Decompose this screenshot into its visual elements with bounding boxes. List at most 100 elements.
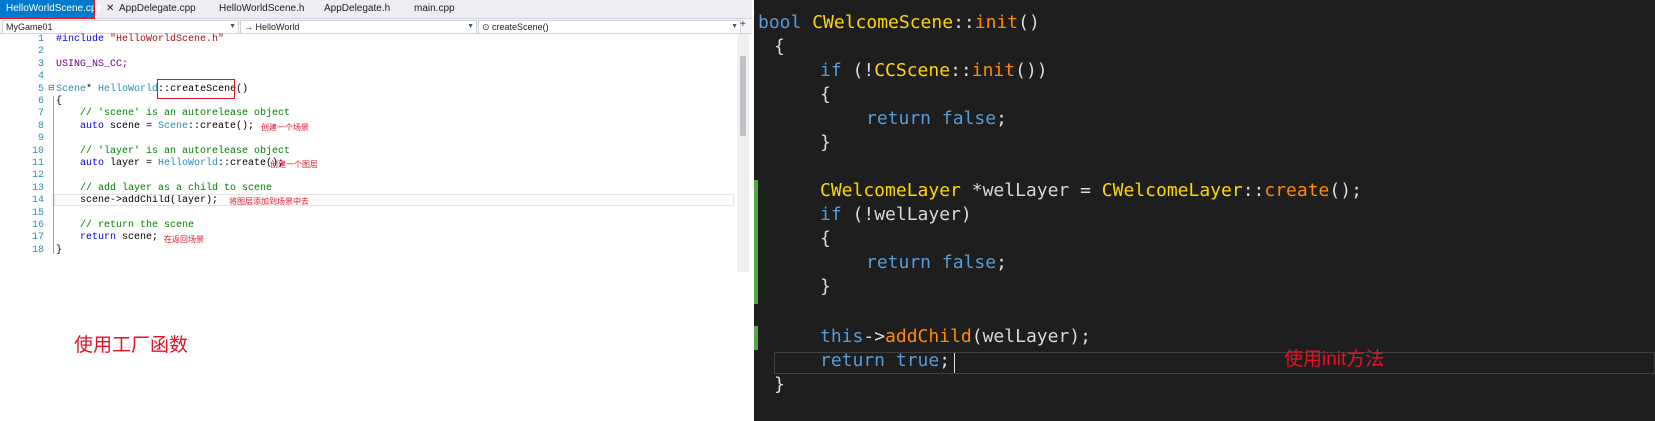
code-line: } bbox=[774, 374, 785, 395]
collapse-icon[interactable]: ⊟ bbox=[48, 83, 55, 92]
code-token: Scene bbox=[56, 83, 87, 95]
line-number: 13 bbox=[31, 182, 44, 194]
code-line: this->addChild(welLayer); bbox=[820, 326, 1091, 347]
tab-main-cpp[interactable]: main.cpp bbox=[408, 0, 461, 18]
code-token: :: bbox=[950, 60, 972, 81]
line-number: 8 bbox=[37, 120, 44, 132]
code-line-3: USING_NS_CC; bbox=[56, 58, 129, 70]
code-line: { bbox=[774, 36, 785, 57]
split-icon[interactable]: + bbox=[740, 19, 746, 30]
project-dropdown[interactable]: MyGame01 ▼ bbox=[2, 20, 239, 34]
line-number: 1 bbox=[37, 34, 44, 45]
code-line-1: #include "HelloWorldScene.h" bbox=[56, 34, 224, 45]
line-number: 4 bbox=[37, 71, 44, 83]
code-editor[interactable]: 1 2 3 4 5 6 7 8 9 10 11 12 13 14 15 16 1… bbox=[0, 34, 752, 272]
line-number: 12 bbox=[31, 170, 44, 182]
code-token: ( bbox=[971, 326, 983, 347]
code-line: return false; bbox=[866, 108, 1007, 129]
code-line: if (!CCScene::init()) bbox=[820, 60, 1048, 81]
line-number: 5 bbox=[37, 83, 44, 95]
code-line: CWelcomeLayer *welLayer = CWelcomeLayer:… bbox=[820, 180, 1362, 201]
annotation-create-layer: 创建一个图层 bbox=[270, 160, 318, 169]
current-line-highlight bbox=[54, 194, 734, 206]
line-number: 10 bbox=[31, 145, 44, 157]
line-number: 7 bbox=[37, 108, 44, 120]
line-number: 18 bbox=[31, 244, 44, 256]
document-tab-bar: HelloWorldScene.cpp ⊕ ✕ AppDelegate.cpp … bbox=[0, 0, 752, 19]
line-number: 2 bbox=[37, 46, 44, 58]
code-token: scene = bbox=[104, 120, 159, 132]
change-indicator-bar bbox=[754, 326, 758, 350]
member-dropdown[interactable]: ⊙ createScene() ▼ bbox=[478, 20, 741, 34]
line-number: 15 bbox=[31, 207, 44, 219]
code-token: true bbox=[885, 350, 940, 371]
code-token: CWelcomeLayer bbox=[820, 180, 961, 201]
caption-init-method: 使用init方法 bbox=[1284, 349, 1385, 370]
tab-appdelegate-cpp[interactable]: AppDelegate.cpp bbox=[113, 0, 202, 18]
code-token: * bbox=[86, 83, 99, 95]
code-token: return bbox=[80, 232, 117, 244]
code-token: return bbox=[820, 350, 886, 371]
code-token: CWelcomeLayer bbox=[1101, 180, 1243, 201]
code-token: ) bbox=[960, 204, 972, 225]
code-token: -> bbox=[863, 326, 886, 347]
highlight-box bbox=[157, 79, 235, 99]
code-token: HelloWorld bbox=[158, 158, 219, 169]
code-token: ); bbox=[1069, 326, 1091, 347]
line-number: 11 bbox=[31, 158, 44, 169]
code-token: false bbox=[931, 108, 997, 129]
code-token: ; bbox=[996, 108, 1007, 129]
code-token: welLayer bbox=[982, 326, 1070, 347]
code-token: ()) bbox=[1015, 60, 1048, 81]
tab-label: HelloWorldScene.h bbox=[219, 3, 305, 14]
line-number: 14 bbox=[31, 195, 44, 207]
code-token: return bbox=[866, 108, 932, 129]
code-line-8: auto scene = Scene::create(); bbox=[80, 121, 254, 132]
annotation-add-layer: 将图层添加到场景中去 bbox=[229, 197, 309, 206]
code-line: return true; bbox=[820, 350, 950, 371]
scope-name: → HelloWorld bbox=[244, 22, 300, 32]
code-token: ; bbox=[996, 252, 1007, 273]
chevron-down-icon: ▼ bbox=[229, 23, 236, 30]
code-token: false bbox=[931, 252, 997, 273]
change-indicator-bar bbox=[754, 180, 758, 304]
code-token: ::create(); bbox=[188, 120, 255, 132]
code-token: welLayer bbox=[982, 180, 1070, 201]
scrollbar-thumb[interactable] bbox=[740, 56, 746, 136]
code-token: () bbox=[1018, 12, 1040, 33]
tab-label: main.cpp bbox=[414, 3, 455, 14]
right-editor-pane[interactable]: bool CWelcomeScene::init() { if (!CCScen… bbox=[754, 0, 1655, 421]
code-token: :: bbox=[1242, 180, 1265, 201]
code-token: :: bbox=[953, 12, 975, 33]
code-line-6: { bbox=[56, 96, 63, 107]
code-line-11: auto layer = HelloWorld::create(); bbox=[80, 158, 284, 169]
tab-helloworldscene-h[interactable]: HelloWorldScene.h bbox=[213, 0, 310, 18]
scope-dropdown[interactable]: → HelloWorld ▼ bbox=[240, 20, 477, 34]
code-line: bool CWelcomeScene::init() bbox=[758, 12, 1040, 33]
code-token: scene; bbox=[116, 232, 159, 244]
code-token: (! bbox=[841, 204, 875, 225]
code-line: return false; bbox=[866, 252, 1007, 273]
navigation-bar: MyGame01 ▼ → HelloWorld ▼ ⊙ createScene(… bbox=[0, 19, 752, 34]
text-caret bbox=[954, 353, 955, 373]
tab-helloworldscene-cpp[interactable]: HelloWorldScene.cpp bbox=[0, 0, 102, 19]
tab-label: AppDelegate.cpp bbox=[119, 3, 196, 14]
code-token: layer = bbox=[104, 158, 159, 169]
code-line: } bbox=[820, 276, 831, 297]
pin-icon[interactable]: ⊕ bbox=[94, 0, 102, 18]
code-line: { bbox=[820, 84, 831, 105]
code-token: if bbox=[820, 204, 842, 225]
tab-label: AppDelegate.h bbox=[324, 3, 391, 14]
code-token: CWelcomeScene bbox=[812, 12, 954, 33]
code-token: this bbox=[820, 326, 864, 347]
code-token: CCScene bbox=[874, 60, 951, 81]
line-number: 16 bbox=[31, 220, 44, 231]
code-token: () bbox=[236, 83, 249, 95]
tab-appdelegate-h[interactable]: AppDelegate.h bbox=[318, 0, 396, 18]
code-token: return bbox=[866, 252, 932, 273]
code-line-18: } bbox=[56, 244, 63, 256]
code-token: bool bbox=[758, 12, 813, 33]
code-token: welLayer bbox=[874, 204, 961, 225]
chevron-down-icon: ▼ bbox=[467, 23, 474, 30]
line-number: 17 bbox=[31, 232, 44, 244]
